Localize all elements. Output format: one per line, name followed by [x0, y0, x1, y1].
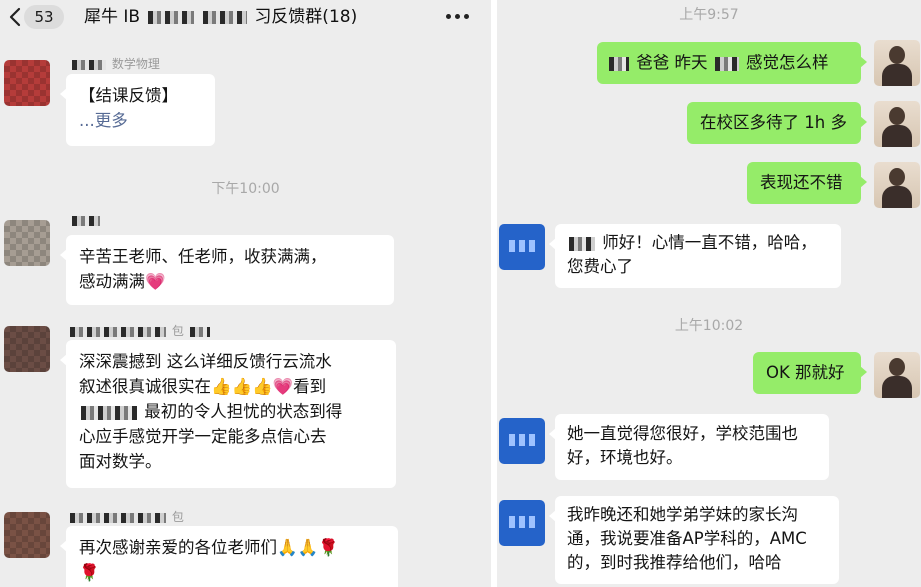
- chevron-left-icon[interactable]: [6, 5, 26, 29]
- message-text: 感觉怎么样: [746, 53, 829, 72]
- redacted-text: [609, 56, 629, 71]
- avatar[interactable]: [4, 512, 50, 558]
- message-text: 您费心了: [567, 257, 633, 276]
- message-text: 爸爸 昨天: [636, 53, 708, 72]
- message-text: 的，到时我推荐给他们，哈哈: [567, 553, 782, 572]
- message-text-row: 最初的令人担忧的状态到得: [79, 399, 383, 424]
- message-bubble[interactable]: 我昨晚还和她学弟学妹的家长沟 通，我说要准备AP学科的，AMC 的，到时我推荐给…: [549, 496, 839, 584]
- avatar[interactable]: [499, 224, 545, 270]
- chat-title-end: 习反馈群(18): [254, 7, 358, 27]
- message-text: 好，环境也好。: [567, 448, 683, 467]
- message-bubble[interactable]: 师好！心情一直不错，哈哈， 您费心了: [549, 224, 841, 288]
- message-text: 她一直觉得您很好，学校范围也: [567, 424, 798, 443]
- more-link[interactable]: ...更多: [79, 108, 202, 133]
- left-chat-panel: 53 犀牛 IB 习反馈群(18) 数学物理 【结课反馈】 ...更多 下午10…: [0, 0, 491, 587]
- avatar[interactable]: [4, 220, 50, 266]
- message-text: 师好！心情一直不错，哈哈，: [602, 233, 817, 252]
- message-bubble[interactable]: 深深震撼到 这么详细反馈行云流水 叙述很真诚很实在👍👍👍💗看到 最初的令人担忧的…: [60, 340, 396, 488]
- message-text: 辛苦王老师、任老师，收获满满，: [79, 247, 327, 266]
- message-bubble[interactable]: OK 那就好: [753, 352, 867, 394]
- message-bubble[interactable]: 表现还不错: [747, 162, 867, 204]
- redacted-text: [714, 56, 739, 71]
- redacted-text: [81, 405, 137, 420]
- message-text: 【结课反馈】: [79, 86, 178, 105]
- chat-title-start: 犀牛 IB: [84, 7, 141, 27]
- right-chat-panel: 上午9:57 爸爸 昨天 感觉怎么样 在校区多待了 1h 多 表现还不错 师好！…: [497, 0, 921, 587]
- message-text: 我昨晚还和她学弟学妹的家长沟: [567, 505, 798, 524]
- redacted-text: [72, 215, 100, 226]
- message-text-row: 师好！心情一直不错，哈哈，: [567, 231, 829, 255]
- sender-name: 包: [68, 322, 212, 339]
- message-bubble[interactable]: 在校区多待了 1h 多: [687, 102, 867, 144]
- timestamp: 上午9:57: [679, 7, 739, 23]
- redacted-text: [72, 59, 106, 70]
- redacted-text: [147, 10, 194, 24]
- message-bubble[interactable]: 辛苦王老师、任老师，收获满满， 感动满满💗: [60, 235, 394, 305]
- sender-name: 包: [68, 508, 184, 525]
- chat-header: 53 犀牛 IB 习反馈群(18): [0, 0, 491, 36]
- redacted-text: [202, 10, 247, 24]
- redacted-text: [569, 236, 595, 251]
- message-bubble[interactable]: 再次感谢亲爱的各位老师们🙏🙏🌹 🌹: [60, 526, 398, 587]
- unread-count-badge[interactable]: 53: [24, 5, 64, 29]
- avatar[interactable]: [874, 352, 920, 398]
- sender-name: 数学物理: [70, 55, 160, 72]
- message-text: 感动满满💗: [79, 272, 166, 291]
- avatar[interactable]: [4, 60, 50, 106]
- avatar[interactable]: [4, 326, 50, 372]
- message-text: 心应手感觉开学一定能多点信心去: [79, 427, 327, 446]
- message-text: 深深震撼到 这么详细反馈行云流水: [79, 352, 332, 371]
- avatar[interactable]: [499, 500, 545, 546]
- message-text: 表现还不错: [760, 173, 843, 192]
- message-bubble[interactable]: 爸爸 昨天 感觉怎么样: [597, 42, 867, 84]
- redacted-text: [189, 326, 210, 337]
- avatar[interactable]: [874, 40, 920, 86]
- message-text: 在校区多待了 1h 多: [700, 113, 847, 132]
- message-bubble[interactable]: 【结课反馈】 ...更多: [60, 74, 215, 146]
- message-bubble[interactable]: 她一直觉得您很好，学校范围也 好，环境也好。: [549, 414, 829, 480]
- ellipsis-icon[interactable]: [446, 14, 470, 20]
- message-text: 再次感谢亲爱的各位老师们🙏🙏🌹: [79, 538, 339, 557]
- message-text: 面对数学。: [79, 452, 162, 471]
- avatar[interactable]: [874, 162, 920, 208]
- message-text: 通，我说要准备AP学科的，AMC: [567, 529, 807, 548]
- redacted-text: [70, 512, 166, 523]
- message-text: 叙述很真诚很实在👍👍👍💗看到: [79, 377, 327, 396]
- message-text: OK 那就好: [766, 363, 845, 382]
- timestamp: 下午10:00: [211, 181, 280, 197]
- timestamp: 上午10:02: [674, 318, 744, 334]
- chat-title: 犀牛 IB 习反馈群(18): [84, 5, 357, 29]
- message-text: 🌹: [79, 563, 100, 582]
- redacted-text: [70, 326, 166, 337]
- sender-name: [70, 213, 102, 227]
- avatar[interactable]: [499, 418, 545, 464]
- avatar[interactable]: [874, 101, 920, 147]
- message-text: 最初的令人担忧的状态到得: [144, 402, 343, 421]
